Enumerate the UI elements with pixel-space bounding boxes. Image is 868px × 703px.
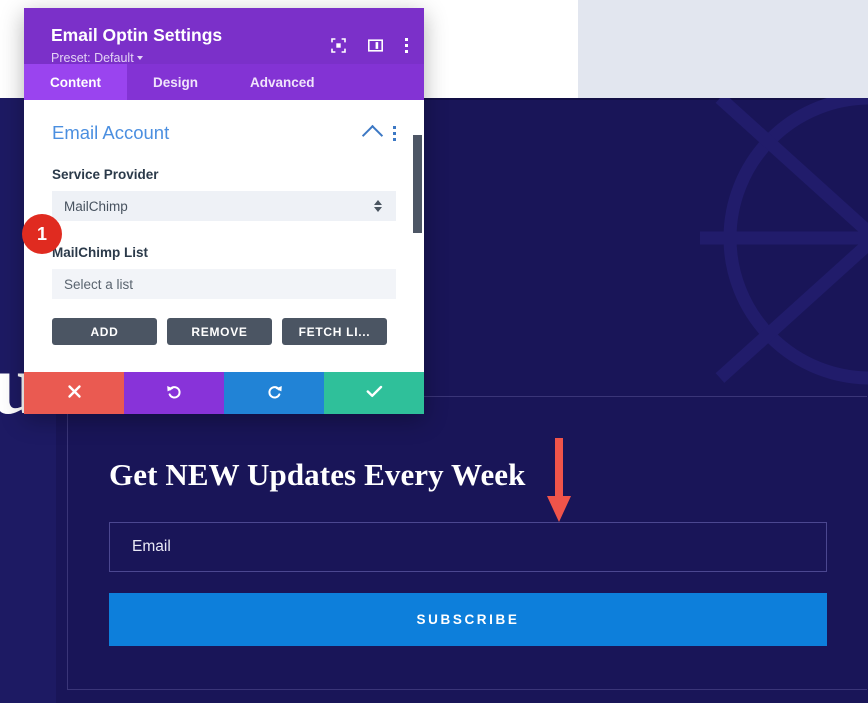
service-provider-value: MailChimp	[64, 198, 128, 214]
cancel-button[interactable]	[24, 372, 124, 414]
mailchimp-list-input[interactable]: Select a list	[52, 269, 396, 299]
step-badge-1: 1	[22, 214, 62, 254]
service-provider-label: Service Provider	[52, 167, 159, 182]
section-actions	[361, 123, 396, 147]
email-input[interactable]: Email	[109, 522, 827, 572]
redo-icon	[266, 383, 283, 403]
add-button[interactable]: ADD	[52, 318, 157, 345]
focus-icon[interactable]	[331, 38, 346, 53]
annotation-arrow-down	[546, 438, 572, 524]
section-title: Email Account	[52, 122, 170, 143]
email-account-section-header: Email Account	[52, 122, 396, 147]
modal-header: Email Optin Settings Preset: Default	[24, 8, 424, 65]
list-action-buttons: ADD REMOVE FETCH LI...	[52, 318, 396, 345]
undo-button[interactable]	[124, 372, 224, 414]
service-provider-select[interactable]: MailChimp	[52, 191, 396, 221]
more-options-icon[interactable]	[405, 38, 408, 53]
redo-button[interactable]	[224, 372, 324, 414]
subscribe-button[interactable]: SUBSCRIBE	[109, 593, 827, 646]
modal-body: Email Account Service Provider MailChimp…	[24, 100, 424, 372]
tab-content[interactable]: Content	[24, 64, 127, 100]
fetch-lists-button[interactable]: FETCH LI...	[282, 318, 387, 345]
modal-scrollbar[interactable]	[413, 135, 422, 233]
close-icon	[67, 384, 82, 402]
modal-header-actions	[331, 38, 408, 53]
check-icon	[366, 384, 383, 402]
tab-design[interactable]: Design	[127, 64, 224, 100]
more-options-icon[interactable]	[393, 125, 396, 141]
tab-advanced[interactable]: Advanced	[224, 64, 341, 100]
chevron-up-icon[interactable]	[361, 124, 384, 147]
preset-label: Preset: Default	[51, 51, 134, 66]
select-stepper-icon	[374, 200, 382, 212]
preset-selector[interactable]: Preset: Default	[51, 52, 404, 65]
layout-split-icon[interactable]	[368, 38, 383, 53]
modal-tabs: Content Design Advanced	[24, 64, 424, 100]
optin-module: Get NEW Updates Every Week Email SUBSCRI…	[67, 396, 867, 690]
remove-button[interactable]: REMOVE	[167, 318, 272, 345]
optin-heading: Get NEW Updates Every Week	[109, 457, 526, 492]
modal-footer	[24, 372, 424, 414]
decorative-circle-lines	[700, 98, 868, 438]
background-top-right-panel	[578, 0, 868, 98]
undo-icon	[166, 383, 183, 403]
chevron-down-icon	[136, 56, 143, 61]
mailchimp-list-label: MailChimp List	[52, 245, 149, 260]
email-optin-settings-modal: Email Optin Settings Preset: Default Con…	[24, 8, 424, 414]
save-button[interactable]	[324, 372, 424, 414]
